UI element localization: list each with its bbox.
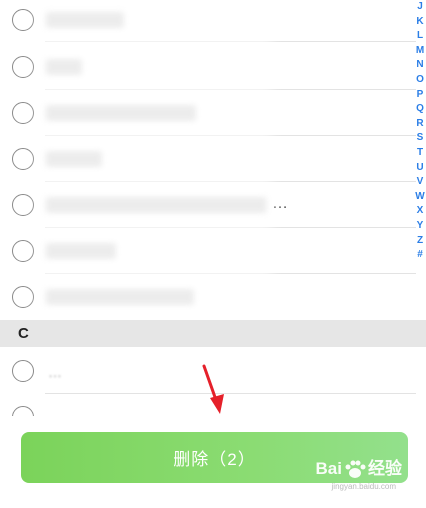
select-radio[interactable] xyxy=(12,286,34,308)
select-radio[interactable] xyxy=(12,406,34,416)
select-radio[interactable] xyxy=(12,194,34,216)
select-radio[interactable] xyxy=(12,102,34,124)
name-truncation-ellipsis: … xyxy=(272,195,289,212)
contact-name-partial: … xyxy=(48,364,62,380)
select-radio[interactable] xyxy=(12,56,34,78)
paw-icon xyxy=(345,460,366,478)
index-letter-u[interactable]: U xyxy=(416,161,423,176)
select-radio[interactable] xyxy=(12,9,34,31)
watermark-text: Bai xyxy=(315,459,342,478)
index-letter-r[interactable]: R xyxy=(416,117,423,132)
index-letter-o[interactable]: O xyxy=(416,73,424,88)
index-letter-q[interactable]: Q xyxy=(416,102,424,117)
index-letter-t[interactable]: T xyxy=(417,146,423,161)
index-letter-hash[interactable]: # xyxy=(417,248,423,263)
select-radio[interactable] xyxy=(12,240,34,262)
privacy-blur-overlay xyxy=(38,0,272,356)
index-letter-p[interactable]: P xyxy=(417,88,424,103)
annotation-arrow-icon xyxy=(202,364,224,414)
section-header: C xyxy=(0,320,426,347)
index-letter-m[interactable]: M xyxy=(416,44,424,59)
section-header-letter: C xyxy=(18,325,29,342)
select-radio[interactable] xyxy=(12,148,34,170)
index-letter-l[interactable]: L xyxy=(417,29,423,44)
row-separator xyxy=(45,393,416,394)
index-letter-j[interactable]: J xyxy=(417,0,423,15)
watermark-suffix: 经验 xyxy=(368,459,402,478)
index-letter-y[interactable]: Y xyxy=(417,219,424,234)
index-letter-x[interactable]: X xyxy=(417,204,424,219)
index-letter-s[interactable]: S xyxy=(417,131,424,146)
index-letter-z[interactable]: Z xyxy=(417,234,423,249)
watermark-url: jingyan.baidu.com xyxy=(331,482,396,491)
alphabet-index-bar[interactable]: J K L M N O P Q R S T U V W X Y Z # xyxy=(414,0,426,263)
baidu-watermark: Bai 经验 xyxy=(316,454,402,480)
index-letter-n[interactable]: N xyxy=(416,58,423,73)
index-letter-k[interactable]: K xyxy=(416,15,423,30)
index-letter-w[interactable]: W xyxy=(415,190,424,205)
select-radio[interactable] xyxy=(12,360,34,382)
index-letter-v[interactable]: V xyxy=(417,175,424,190)
